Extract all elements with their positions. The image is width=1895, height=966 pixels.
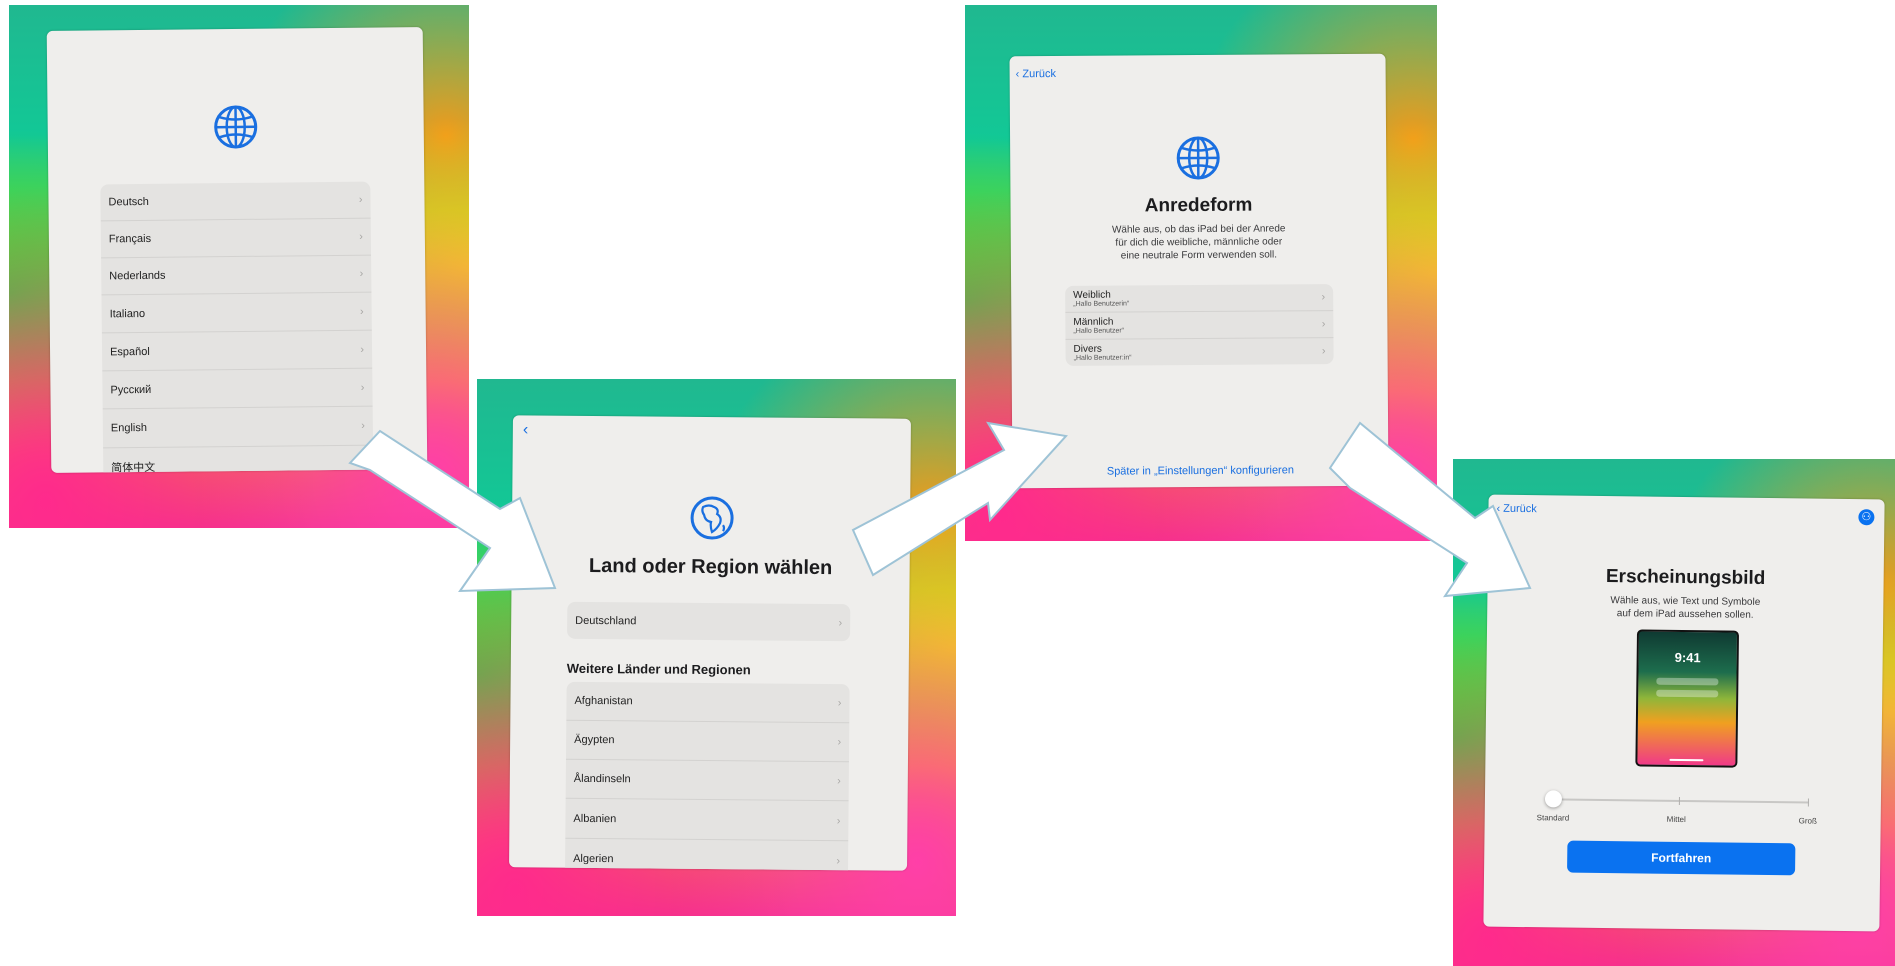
- option-example: „Hallo Benutzer“: [1073, 327, 1125, 335]
- chevron-right-icon: ›: [360, 343, 365, 356]
- region-item[interactable]: Deutschland ›: [567, 602, 850, 641]
- selected-region[interactable]: Deutschland ›: [567, 601, 851, 642]
- chevron-right-icon: ›: [358, 193, 363, 206]
- country-label: Algerien: [573, 852, 614, 865]
- country-item[interactable]: Afghanistan ›: [566, 681, 850, 724]
- country-label: Albanien: [573, 812, 617, 825]
- country-label: Afghanistan: [574, 694, 633, 708]
- slider-tick: [1807, 798, 1809, 807]
- preview-time: 9:41: [1674, 649, 1701, 666]
- arrow-icon: [1328, 421, 1532, 598]
- subtitle-line: eine neutrale Form verwenden soll.: [1120, 249, 1278, 262]
- chevron-right-icon: ›: [359, 305, 364, 318]
- arrow-icon: [851, 421, 1068, 577]
- option-example: „Hallo Benutzer:in“: [1073, 354, 1132, 362]
- language-item[interactable]: 简体中文: [103, 446, 373, 473]
- page-subtitle: Wähle aus, wie Text und Symbole auf dem …: [1487, 593, 1883, 624]
- slider-label: Mittel: [1666, 814, 1686, 825]
- salutation-option[interactable]: Männlich „Hallo Benutzer“ ›: [1065, 311, 1334, 340]
- ipad-screen-language: Deutsch › Français › Nederlands › Italiano ›…: [46, 27, 428, 473]
- globe-icon: [1176, 136, 1220, 180]
- language-label: Deutsch: [108, 195, 149, 209]
- country-item[interactable]: Ålandinseln ›: [565, 759, 849, 802]
- country-label: Ägypten: [574, 733, 615, 747]
- earth-africa-icon: [690, 496, 734, 540]
- option-label: Divers: [1073, 343, 1102, 355]
- chevron-right-icon: ›: [837, 736, 842, 749]
- language-item[interactable]: Français ›: [100, 218, 372, 259]
- language-label: Français: [108, 232, 152, 246]
- language-label: Español: [109, 345, 150, 358]
- language-item[interactable]: Deutsch ›: [100, 181, 371, 222]
- salutation-option[interactable]: Weiblich „Hallo Benutzerin“ ›: [1065, 284, 1334, 313]
- globe-icon: [214, 105, 258, 149]
- home-indicator: [1669, 758, 1704, 762]
- country-item[interactable]: Albanien ›: [565, 798, 849, 842]
- region-label: Deutschland: [575, 614, 637, 627]
- chevron-right-icon: ›: [838, 616, 843, 629]
- language-list: Deutsch › Français › Nederlands › Italiano ›…: [100, 181, 374, 473]
- language-item[interactable]: Italiano ›: [101, 292, 372, 334]
- back-button[interactable]: ‹ Zurück: [1016, 68, 1056, 80]
- option-example: „Hallo Benutzerin“: [1073, 300, 1130, 308]
- chevron-right-icon: ›: [1321, 318, 1326, 331]
- language-label: 简体中文: [111, 461, 156, 473]
- language-label: Nederlands: [109, 269, 166, 283]
- slider-label: Standard: [1536, 813, 1570, 823]
- section-header: Weitere Länder und Regionen: [566, 660, 751, 678]
- chevron-right-icon: ›: [1321, 345, 1326, 358]
- chevron-right-icon: ›: [837, 697, 842, 710]
- language-item[interactable]: English ›: [102, 406, 374, 449]
- chevron-right-icon: ›: [836, 854, 841, 867]
- chevron-right-icon: ›: [836, 814, 841, 827]
- chevron-right-icon: ›: [359, 230, 363, 243]
- language-label: Русский: [110, 383, 152, 396]
- page-title: Anredeform: [1144, 194, 1253, 217]
- option-label: Männlich: [1073, 316, 1114, 328]
- page-subtitle: Wähle aus, ob das iPad bei der Anrede fü…: [1011, 222, 1387, 264]
- salutation-option[interactable]: Divers „Hallo Benutzer:in“ ›: [1065, 338, 1333, 366]
- country-label: Ålandinseln: [573, 772, 631, 786]
- country-list: Afghanistan › Ägypten › Ålandinseln › Alban…: [564, 681, 850, 871]
- slider-tick: [1678, 796, 1680, 805]
- ipad-preview: 9:41: [1635, 629, 1740, 768]
- preview-widget: [1656, 677, 1719, 686]
- country-item[interactable]: Ägypten ›: [565, 720, 850, 763]
- arrow-icon: [348, 429, 557, 593]
- language-item[interactable]: Русский ›: [102, 368, 373, 410]
- chevron-right-icon: ›: [360, 381, 365, 394]
- country-item[interactable]: Algerien ›: [565, 839, 848, 871]
- continue-button[interactable]: Fortfahren: [1567, 840, 1796, 876]
- language-item[interactable]: Español ›: [101, 330, 373, 372]
- language-item[interactable]: Nederlands ›: [101, 255, 372, 296]
- salutation-list: Weiblich „Hallo Benutzerin“ › Männlich „…: [1065, 284, 1334, 366]
- slider-label: Groß: [1798, 816, 1817, 826]
- page-title: Erscheinungsbild: [1605, 566, 1766, 589]
- chevron-right-icon: ›: [837, 775, 841, 788]
- accessibility-icon[interactable]: ⚇: [1858, 509, 1875, 526]
- option-label: Weiblich: [1073, 289, 1111, 301]
- chevron-right-icon: ›: [359, 267, 364, 280]
- language-label: English: [110, 421, 147, 435]
- ipad-screen-appearance: ‹ Zurück ⚇ Erscheinungsbild Wähle aus, w…: [1483, 494, 1885, 932]
- text-size-slider[interactable]: [1544, 790, 1809, 808]
- chevron-right-icon: ›: [1321, 291, 1326, 304]
- back-label: Zurück: [1022, 67, 1057, 81]
- preview-widget: [1656, 689, 1719, 698]
- language-label: Italiano: [109, 307, 146, 320]
- slider-thumb[interactable]: [1544, 790, 1563, 808]
